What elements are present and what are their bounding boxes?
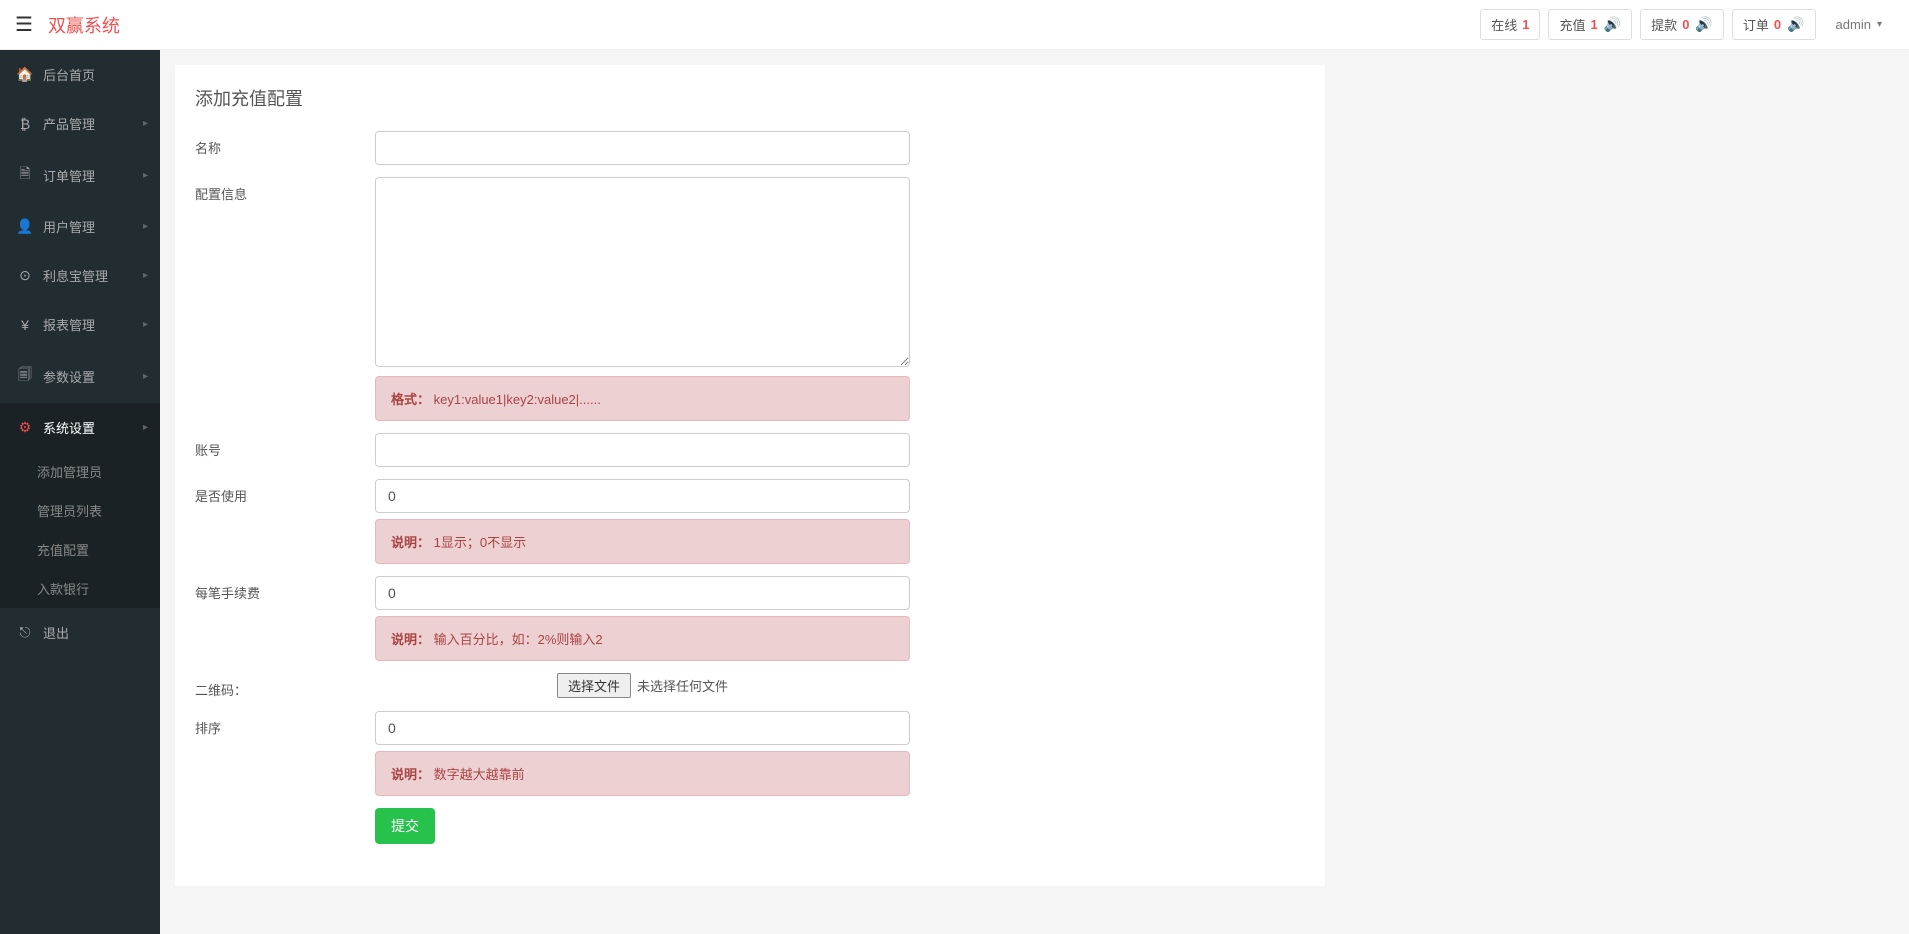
hint-format-text: key1:value1|key2:value2|...... xyxy=(434,392,601,407)
hint-display: 说明： 1显示；0不显示 xyxy=(375,519,910,564)
clock-icon: ⊙ xyxy=(15,267,35,284)
withdraw-badge[interactable]: 提款 0 🔊 xyxy=(1640,9,1724,40)
sidebar-item-params[interactable]: 🗐 参数设置 ▸ xyxy=(0,349,160,403)
yen-icon: ¥ xyxy=(15,317,35,333)
chevron-right-icon: ▸ xyxy=(143,422,148,433)
main-content: 添加充值配置 名称 配置信息 格式： key1:value1|key2:valu… xyxy=(160,50,1909,901)
copy-icon: 🗐 xyxy=(15,364,35,388)
hint-sort-label: 说明： xyxy=(391,767,430,782)
submit-button[interactable]: 提交 xyxy=(375,808,435,844)
is-use-input[interactable] xyxy=(375,479,910,513)
sidebar-label: 报表管理 xyxy=(43,315,95,334)
sidebar-item-home[interactable]: 🏠 后台首页 xyxy=(0,50,160,99)
chevron-right-icon: ▸ xyxy=(143,270,148,281)
volume-icon: 🔊 xyxy=(1787,16,1804,33)
sidebar-label: 产品管理 xyxy=(43,114,95,133)
bitcoin-icon: ₿ xyxy=(15,116,35,132)
withdraw-count: 0 xyxy=(1682,17,1689,32)
label-account: 账号 xyxy=(195,433,375,459)
file-none-text: 未选择任何文件 xyxy=(637,676,728,695)
sidebar-sub-system: 添加管理员 管理员列表 充值配置 入款银行 xyxy=(0,452,160,608)
page-title: 添加充值配置 xyxy=(195,85,1305,111)
hint-format-label: 格式： xyxy=(391,392,430,407)
admin-dropdown[interactable]: admin ▾ xyxy=(1824,11,1894,38)
admin-name: admin xyxy=(1836,17,1871,32)
header: ☰ 双赢系统 在线 1 充值 1 🔊 提款 0 🔊 订单 0 🔊 admin ▾ xyxy=(0,0,1909,50)
chevron-right-icon: ▸ xyxy=(143,371,148,382)
recharge-badge[interactable]: 充值 1 🔊 xyxy=(1548,9,1632,40)
brand-title: 双赢系统 xyxy=(48,12,120,38)
sidebar-item-product[interactable]: ₿ 产品管理 ▸ xyxy=(0,99,160,148)
order-badge[interactable]: 订单 0 🔊 xyxy=(1732,9,1816,40)
online-label: 在线 xyxy=(1491,15,1517,34)
sidebar-item-user[interactable]: 👤 用户管理 ▸ xyxy=(0,202,160,251)
label-name: 名称 xyxy=(195,131,375,157)
form-panel: 添加充值配置 名称 配置信息 格式： key1:value1|key2:valu… xyxy=(175,65,1325,886)
gear-icon: ⚙ xyxy=(15,419,35,436)
hint-percent: 说明： 输入百分比，如：2%则输入2 xyxy=(375,616,910,661)
label-per-fee: 每笔手续费 xyxy=(195,576,375,602)
sort-input[interactable] xyxy=(375,711,910,745)
chevron-right-icon: ▸ xyxy=(143,118,148,129)
file-choose-button[interactable]: 选择文件 xyxy=(557,673,631,698)
sidebar-label: 参数设置 xyxy=(43,367,95,386)
hint-percent-label: 说明： xyxy=(391,632,430,647)
sidebar-sub-recharge-config[interactable]: 充值配置 xyxy=(0,530,160,569)
sidebar-item-order[interactable]: 🗎 订单管理 ▸ xyxy=(0,148,160,202)
caret-down-icon: ▾ xyxy=(1877,19,1882,30)
sidebar-sub-add-admin[interactable]: 添加管理员 xyxy=(0,452,160,491)
hint-percent-text: 输入百分比，如：2%则输入2 xyxy=(434,632,603,647)
sidebar-label: 后台首页 xyxy=(43,65,95,84)
sidebar-label: 订单管理 xyxy=(43,166,95,185)
order-label: 订单 xyxy=(1743,15,1769,34)
withdraw-label: 提款 xyxy=(1651,15,1677,34)
sidebar-item-system[interactable]: ⚙ 系统设置 ▸ xyxy=(0,403,160,452)
online-badge[interactable]: 在线 1 xyxy=(1480,9,1540,40)
user-icon: 👤 xyxy=(15,218,35,235)
name-input[interactable] xyxy=(375,131,910,165)
hint-format: 格式： key1:value1|key2:value2|...... xyxy=(375,376,910,421)
sidebar-item-report[interactable]: ¥ 报表管理 ▸ xyxy=(0,300,160,349)
online-count: 1 xyxy=(1522,17,1529,32)
hint-display-text: 1显示；0不显示 xyxy=(434,535,526,550)
menu-toggle-icon[interactable]: ☰ xyxy=(15,12,33,37)
sidebar: 🏠 后台首页 ₿ 产品管理 ▸ 🗎 订单管理 ▸ 👤 用户管理 ▸ ⊙ 利息宝管… xyxy=(0,50,160,934)
chevron-right-icon: ▸ xyxy=(143,170,148,181)
dashboard-icon: 🏠 xyxy=(15,66,35,83)
sidebar-sub-deposit-bank[interactable]: 入款银行 xyxy=(0,569,160,608)
sidebar-item-interest[interactable]: ⊙ 利息宝管理 ▸ xyxy=(0,251,160,300)
label-is-use: 是否使用 xyxy=(195,479,375,505)
order-icon: 🗎 xyxy=(15,163,35,187)
sidebar-label: 系统设置 xyxy=(43,418,95,437)
sidebar-label: 利息宝管理 xyxy=(43,266,108,285)
sidebar-item-logout[interactable]: ⎋ 退出 xyxy=(0,608,160,657)
logout-icon: ⎋ xyxy=(15,624,35,641)
sidebar-label: 退出 xyxy=(43,623,69,642)
label-config-info: 配置信息 xyxy=(195,177,375,203)
per-fee-input[interactable] xyxy=(375,576,910,610)
hint-sort: 说明： 数字越大越靠前 xyxy=(375,751,910,796)
sidebar-label: 用户管理 xyxy=(43,217,95,236)
sidebar-sub-admin-list[interactable]: 管理员列表 xyxy=(0,491,160,530)
hint-display-label: 说明： xyxy=(391,535,430,550)
recharge-label: 充值 xyxy=(1559,15,1585,34)
recharge-count: 1 xyxy=(1591,17,1598,32)
account-input[interactable] xyxy=(375,433,910,467)
chevron-right-icon: ▸ xyxy=(143,221,148,232)
order-count: 0 xyxy=(1774,17,1781,32)
label-sort: 排序 xyxy=(195,711,375,737)
volume-icon: 🔊 xyxy=(1695,16,1712,33)
hint-sort-text: 数字越大越靠前 xyxy=(434,767,525,782)
chevron-right-icon: ▸ xyxy=(143,319,148,330)
config-info-textarea[interactable] xyxy=(375,177,910,367)
volume-icon: 🔊 xyxy=(1604,16,1621,33)
label-qrcode: 二维码： xyxy=(195,673,375,699)
